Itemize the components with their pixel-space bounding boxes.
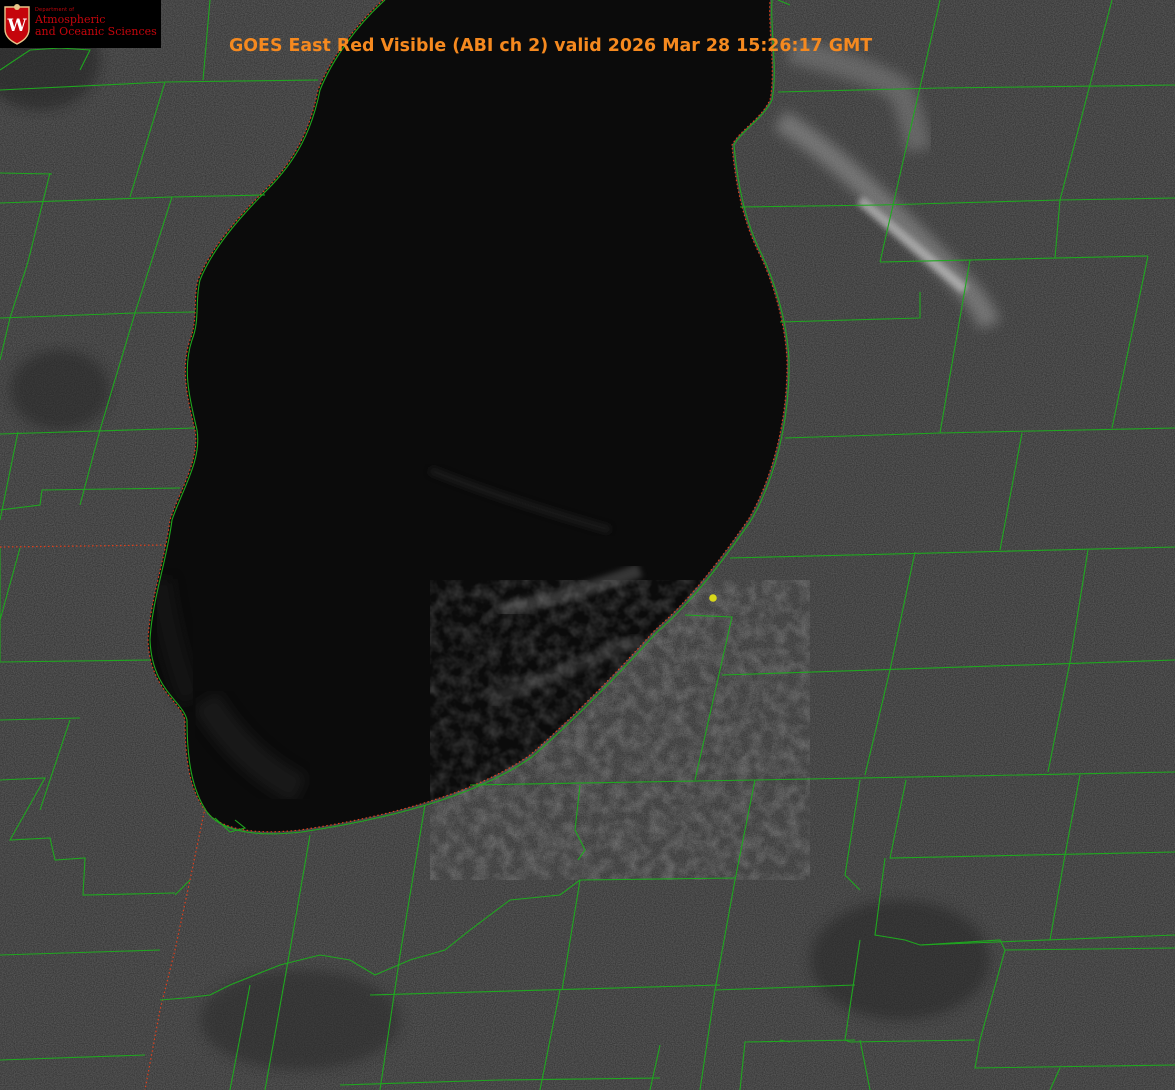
- seal-letter: W: [6, 16, 27, 36]
- satellite-image: [0, 0, 1175, 1090]
- image-title: GOES East Red Visible (ABI ch 2) valid 2…: [229, 36, 873, 56]
- cumulus-field: [430, 580, 810, 880]
- logo-name-line2: and Oceanic Sciences: [35, 25, 157, 38]
- uw-crest-icon: W: [4, 4, 30, 45]
- department-logo[interactable]: W Department of Atmospheric and Oceanic …: [0, 0, 161, 48]
- station-dot-icon: [709, 594, 717, 602]
